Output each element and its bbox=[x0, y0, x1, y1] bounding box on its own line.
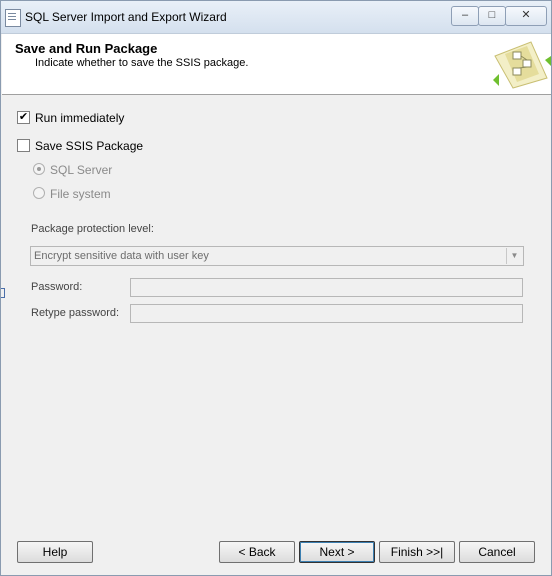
wizard-header: Save and Run Package Indicate whether to… bbox=[2, 34, 551, 95]
title-bar[interactable]: SQL Server Import and Export Wizard – □ … bbox=[1, 1, 551, 34]
close-button[interactable]: ✕ bbox=[505, 6, 547, 26]
maximize-icon: □ bbox=[488, 9, 496, 21]
protection-level-value: Encrypt sensitive data with user key bbox=[34, 250, 209, 262]
retype-password-field[interactable] bbox=[130, 304, 523, 323]
back-button[interactable]: < Back bbox=[219, 541, 295, 563]
sql-server-radio[interactable] bbox=[33, 163, 45, 175]
retype-password-label: Retype password: bbox=[31, 307, 120, 319]
save-ssis-package-checkbox[interactable] bbox=[17, 139, 30, 152]
page-subtitle: Indicate whether to save the SSIS packag… bbox=[35, 57, 249, 69]
close-icon: ✕ bbox=[521, 9, 531, 21]
save-ssis-package-label[interactable]: Save SSIS Package bbox=[35, 139, 143, 153]
app-icon bbox=[5, 9, 21, 27]
cancel-button[interactable]: Cancel bbox=[459, 541, 535, 563]
page-title: Save and Run Package bbox=[15, 41, 158, 56]
protection-level-select[interactable]: Encrypt sensitive data with user key ▼ bbox=[30, 246, 524, 266]
chevron-down-icon[interactable]: ▼ bbox=[506, 248, 522, 264]
minimize-button[interactable]: – bbox=[451, 6, 479, 26]
minimize-icon: – bbox=[461, 9, 469, 21]
wizard-footer: Help < Back Next > Finish >>| Cancel bbox=[2, 525, 551, 575]
sql-server-label: SQL Server bbox=[50, 163, 113, 177]
next-button[interactable]: Next > bbox=[299, 541, 375, 563]
protection-level-label: Package protection level: bbox=[31, 223, 154, 235]
file-system-radio[interactable] bbox=[33, 187, 45, 199]
window-title: SQL Server Import and Export Wizard bbox=[25, 10, 227, 24]
wizard-package-icon bbox=[493, 41, 551, 89]
resize-handle[interactable] bbox=[1, 288, 5, 298]
wizard-window: SQL Server Import and Export Wizard – □ … bbox=[0, 0, 552, 576]
run-immediately-checkbox[interactable]: ✔ bbox=[17, 111, 30, 124]
finish-button[interactable]: Finish >>| bbox=[379, 541, 455, 563]
password-field[interactable] bbox=[130, 278, 523, 297]
maximize-button[interactable]: □ bbox=[478, 6, 506, 26]
password-label: Password: bbox=[31, 281, 83, 293]
file-system-label: File system bbox=[50, 187, 111, 201]
wizard-content: ✔ Run immediately Save SSIS Package SQL … bbox=[1, 95, 551, 525]
help-button[interactable]: Help bbox=[17, 541, 93, 563]
run-immediately-label[interactable]: Run immediately bbox=[35, 111, 124, 125]
